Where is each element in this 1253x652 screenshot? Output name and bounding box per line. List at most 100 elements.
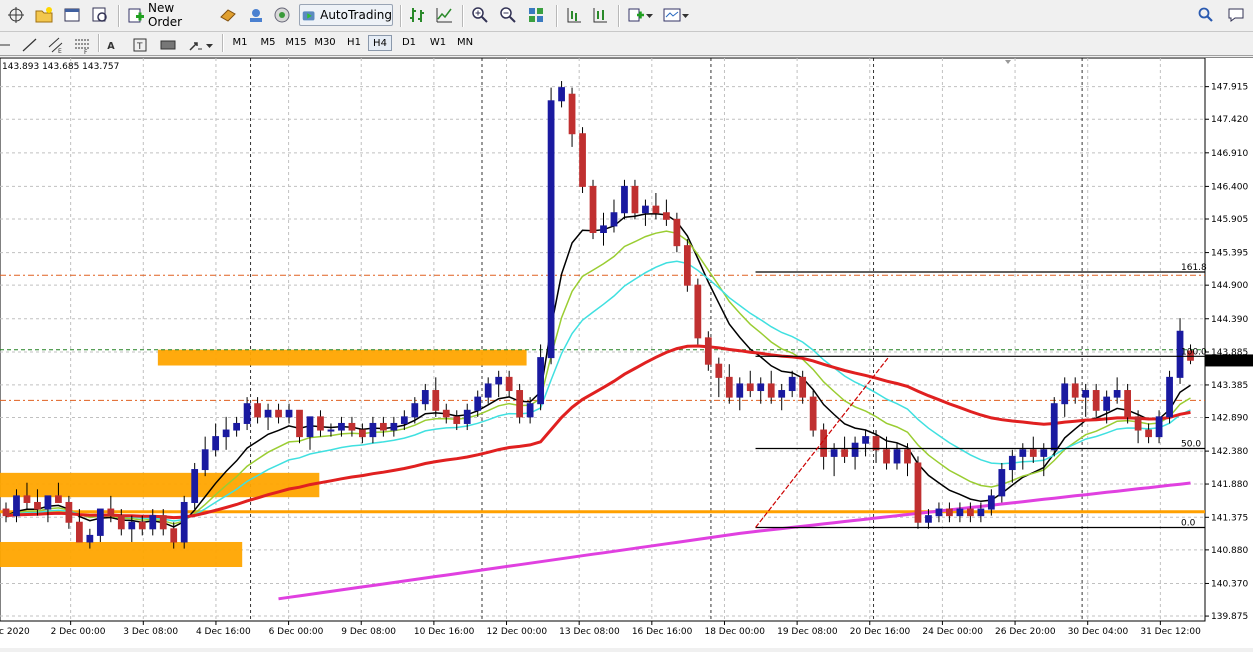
text-icon[interactable]: A bbox=[104, 34, 120, 56]
x-tick-label: 9 Dec 08:00 bbox=[341, 627, 396, 637]
x-tick-label: 26 Dec 20:00 bbox=[995, 627, 1056, 637]
svg-text:F: F bbox=[84, 49, 88, 55]
new-order-button[interactable]: New Order bbox=[126, 1, 212, 29]
y-tick-label: 146.910 bbox=[1211, 149, 1248, 159]
line-chart-icon[interactable] bbox=[434, 4, 456, 26]
svg-text:T: T bbox=[136, 42, 143, 52]
channel-icon[interactable]: E bbox=[46, 34, 66, 56]
y-tick-label: 146.400 bbox=[1211, 182, 1248, 192]
candle-body bbox=[484, 383, 492, 398]
candle-body bbox=[212, 436, 220, 451]
trendline-icon[interactable] bbox=[20, 34, 40, 56]
timeframe-mn[interactable]: MN bbox=[453, 35, 477, 51]
candle-body bbox=[977, 508, 985, 517]
timeframe-w1[interactable]: W1 bbox=[426, 35, 450, 51]
candle-body bbox=[44, 495, 52, 510]
candle-body bbox=[474, 396, 482, 411]
y-tick-label: 145.905 bbox=[1211, 215, 1248, 225]
candle-body bbox=[1166, 376, 1173, 418]
fibonacci-icon[interactable]: F bbox=[72, 34, 92, 56]
timeframe-h4[interactable]: H4 bbox=[368, 35, 392, 51]
new-order-label: New Order bbox=[147, 1, 183, 29]
candle-body bbox=[1103, 396, 1111, 411]
candle-body bbox=[1145, 429, 1152, 438]
y-tick-label: 142.380 bbox=[1211, 447, 1248, 457]
timeframe-m15[interactable]: M15 bbox=[284, 35, 308, 51]
candle-body bbox=[432, 390, 440, 411]
candle-body bbox=[652, 205, 660, 214]
candle-body bbox=[830, 449, 838, 457]
chat-icon[interactable] bbox=[1226, 4, 1248, 26]
autotrading-icon bbox=[302, 11, 315, 21]
candle-body bbox=[851, 442, 859, 457]
tile-windows-icon[interactable] bbox=[526, 4, 548, 26]
market-watch-icon[interactable] bbox=[218, 4, 240, 26]
chart-canvas[interactable]: 147.915 147.420 146.910 146.400 145.905 145.3… bbox=[0, 57, 1253, 648]
x-tick-label: 2 Dec 00:00 bbox=[51, 627, 106, 637]
candle-body bbox=[778, 390, 786, 398]
candle-body bbox=[411, 403, 419, 418]
indicators-dropdown-icon[interactable] bbox=[626, 4, 656, 26]
candle-body bbox=[694, 284, 702, 339]
candle-body bbox=[516, 390, 524, 418]
candle-body bbox=[254, 403, 261, 418]
y-tick-label: 144.390 bbox=[1211, 315, 1248, 325]
navigator-icon[interactable] bbox=[90, 4, 112, 26]
candle-body bbox=[589, 185, 597, 233]
horizontal-line-icon[interactable] bbox=[0, 34, 14, 56]
chart-shift-icon[interactable] bbox=[564, 4, 586, 26]
candle-body bbox=[935, 508, 943, 517]
candle-body bbox=[767, 383, 775, 398]
arrows-dropdown-icon[interactable] bbox=[186, 34, 214, 56]
candle-body bbox=[1124, 390, 1132, 418]
timeframe-h1[interactable]: H1 bbox=[342, 35, 366, 51]
window-icon[interactable] bbox=[62, 4, 84, 26]
candle-body bbox=[296, 409, 303, 438]
candle-body bbox=[369, 422, 377, 438]
candle-body bbox=[746, 383, 754, 392]
zoom-in-icon[interactable] bbox=[470, 4, 492, 26]
candle-body bbox=[663, 212, 670, 220]
candle-body bbox=[23, 495, 31, 503]
text-label-icon[interactable]: T bbox=[130, 34, 150, 56]
templates-dropdown-icon[interactable] bbox=[662, 4, 694, 26]
price-chart[interactable]: 147.915 147.420 146.910 146.400 145.905 145.3… bbox=[0, 57, 1253, 648]
candle-body bbox=[327, 429, 335, 432]
candle-body bbox=[956, 508, 964, 517]
x-tick-label: 24 Dec 00:00 bbox=[922, 627, 983, 637]
y-tick-label: 142.890 bbox=[1211, 414, 1248, 424]
candle-body bbox=[421, 390, 429, 405]
y-tick-label: 140.880 bbox=[1211, 546, 1248, 556]
candle-body bbox=[55, 495, 62, 503]
candle-body bbox=[1040, 449, 1048, 457]
open-folder-icon[interactable] bbox=[34, 4, 56, 26]
autotrading-button[interactable]: AutoTrading bbox=[299, 4, 393, 26]
candle-body bbox=[138, 521, 146, 530]
timeframe-m30[interactable]: M30 bbox=[313, 35, 337, 51]
zoom-out-icon[interactable] bbox=[498, 4, 520, 26]
candle-body bbox=[1029, 449, 1037, 457]
drawing-toolbar: E F A T M1 M5 M15 M30 H1 H4 D1 W1 MN bbox=[0, 32, 1253, 56]
crosshair-icon[interactable] bbox=[6, 4, 28, 26]
candle-body bbox=[275, 409, 282, 418]
broadcast-icon[interactable] bbox=[272, 4, 294, 26]
fibonacci-level-label: 0.0 bbox=[1181, 518, 1196, 528]
main-toolbar: New Order AutoTrading bbox=[0, 0, 1253, 32]
signals-icon[interactable] bbox=[246, 4, 268, 26]
y-tick-label: 139.875 bbox=[1211, 612, 1248, 622]
x-tick-label: 1 Dec 2020 bbox=[0, 627, 30, 637]
rectangle-icon[interactable] bbox=[158, 34, 178, 56]
autoscroll-icon[interactable] bbox=[590, 4, 612, 26]
candle-body bbox=[788, 376, 796, 392]
candle-body bbox=[642, 205, 649, 214]
timeframe-m5[interactable]: M5 bbox=[256, 35, 280, 51]
bar-chart-icon[interactable] bbox=[408, 4, 430, 26]
x-tick-label: 6 Dec 00:00 bbox=[269, 627, 324, 637]
search-icon[interactable] bbox=[1196, 4, 1218, 26]
y-tick-label: 143.385 bbox=[1211, 381, 1248, 391]
timeframe-d1[interactable]: D1 bbox=[397, 35, 421, 51]
timeframe-m1[interactable]: M1 bbox=[228, 35, 252, 51]
candle-body bbox=[757, 383, 765, 392]
autotrading-label: AutoTrading bbox=[320, 8, 392, 22]
candle-body bbox=[170, 528, 178, 543]
